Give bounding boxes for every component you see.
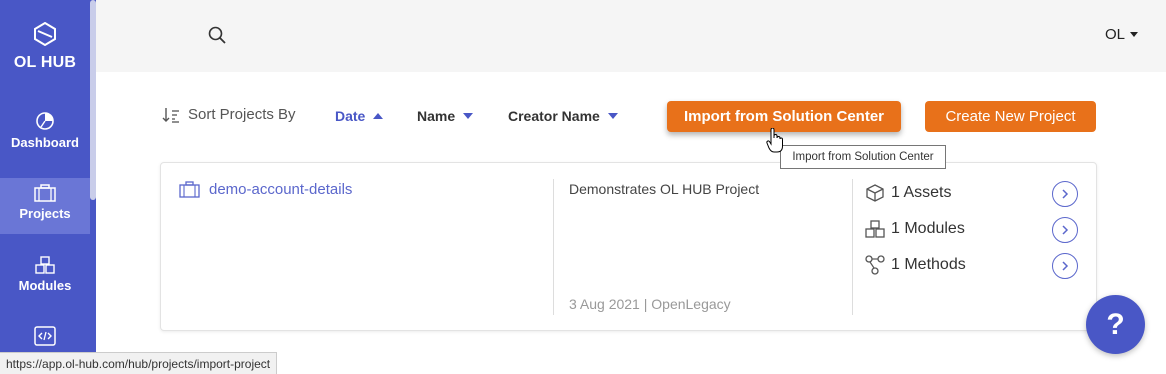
- dashboard-icon: [36, 112, 54, 130]
- chevron-right-icon: [1062, 189, 1069, 199]
- sort-option-label: Creator Name: [508, 108, 600, 124]
- sidebar-item-label: Modules: [18, 278, 72, 293]
- chevron-right-icon: [1062, 225, 1069, 235]
- import-from-solution-center-button[interactable]: Import from Solution Center: [667, 101, 901, 132]
- sort-option-creator-name[interactable]: Creator Name: [508, 108, 618, 124]
- sort-option-label: Date: [335, 108, 366, 124]
- sort-option-label: Name: [417, 108, 456, 124]
- project-card[interactable]: demo-account-details Demonstrates OL HUB…: [160, 162, 1097, 331]
- project-description: Demonstrates OL HUB Project: [569, 181, 760, 197]
- open-methods-button[interactable]: [1052, 253, 1078, 279]
- status-bar-url: https://app.ol-hub.com/hub/projects/impo…: [0, 352, 278, 374]
- stat-modules: 1 Modules: [865, 219, 965, 239]
- top-header: OL: [96, 0, 1166, 72]
- help-button[interactable]: ?: [1086, 295, 1145, 354]
- stat-methods: 1 Methods: [865, 255, 966, 275]
- import-tooltip: Import from Solution Center: [780, 145, 946, 169]
- chevron-right-icon: [1062, 261, 1069, 271]
- ol-hub-logo-icon: [34, 22, 56, 46]
- caret-down-icon: [1130, 32, 1138, 37]
- cubes-icon: [35, 256, 55, 274]
- sort-option-name[interactable]: Name: [417, 108, 474, 124]
- sidebar-item-label: Projects: [19, 206, 71, 221]
- project-name: demo-account-details: [209, 181, 353, 198]
- sidebar-item-projects[interactable]: Projects: [0, 178, 90, 234]
- stat-assets: 1 Assets: [865, 183, 951, 203]
- briefcase-icon: [179, 181, 200, 198]
- arrow-down-icon: [607, 113, 618, 119]
- divider: [852, 179, 853, 315]
- arrow-down-icon: [463, 113, 474, 119]
- stat-label: 1 Modules: [891, 220, 965, 237]
- cube-icon: [866, 184, 884, 202]
- arrow-up-icon: [373, 113, 384, 119]
- code-icon: [34, 326, 56, 346]
- sort-option-date[interactable]: Date: [335, 108, 384, 124]
- briefcase-icon: [34, 184, 56, 202]
- stat-label: 1 Methods: [891, 256, 966, 273]
- logo-text: OL HUB: [13, 54, 77, 71]
- logo[interactable]: OL HUB: [0, 22, 90, 72]
- user-menu[interactable]: OL: [1105, 26, 1138, 43]
- sidebar: OL HUB Dashboard Projects Modules: [0, 0, 96, 374]
- user-initials: OL: [1104, 26, 1125, 43]
- sort-bar: Sort Projects By: [162, 106, 296, 123]
- open-assets-button[interactable]: [1052, 181, 1078, 207]
- search-icon[interactable]: [208, 26, 226, 44]
- create-new-project-button[interactable]: Create New Project: [925, 101, 1096, 132]
- cubes-icon: [865, 220, 885, 238]
- stat-label: 1 Assets: [891, 184, 952, 201]
- main-content: Sort Projects By Date Name Creator Name …: [96, 72, 1166, 374]
- project-title[interactable]: demo-account-details: [179, 181, 352, 198]
- sidebar-item-dashboard[interactable]: Dashboard: [0, 105, 90, 161]
- sidebar-item-modules[interactable]: Modules: [0, 250, 90, 306]
- project-meta: 3 Aug 2021 | OpenLegacy: [569, 296, 731, 312]
- sort-label: Sort Projects By: [188, 106, 296, 123]
- open-modules-button[interactable]: [1052, 217, 1078, 243]
- sidebar-item-label: Dashboard: [11, 135, 79, 150]
- hand-cursor-icon: [766, 128, 783, 153]
- methods-icon: [865, 255, 885, 275]
- sort-icon: [162, 107, 179, 123]
- divider: [553, 179, 554, 315]
